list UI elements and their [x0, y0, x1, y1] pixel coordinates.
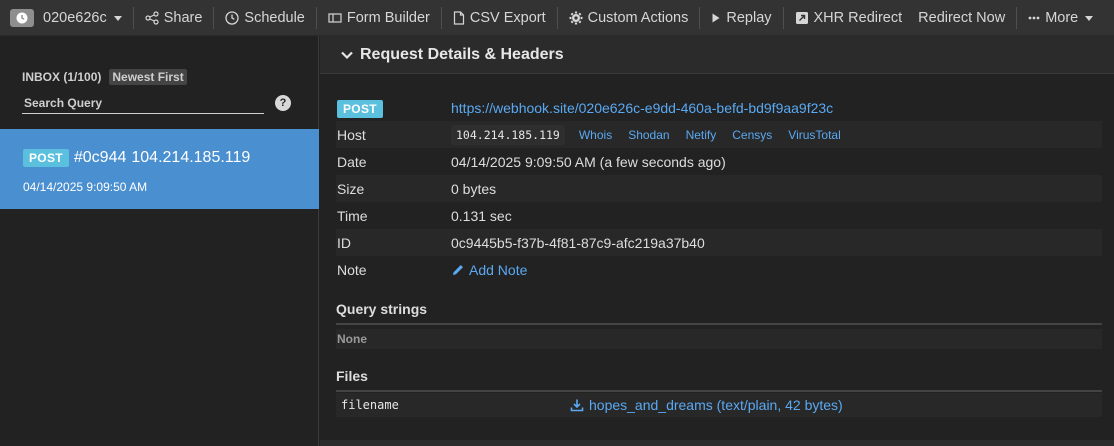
request-details-panel: Request Details & Headers POST https://w… [320, 36, 1114, 446]
more-dropdown[interactable]: More [1028, 0, 1094, 36]
method-badge: POST [23, 149, 69, 167]
id-value: 0c9445b5-f37b-4f81-87c9-afc219a37b40 [451, 234, 705, 251]
token-label: 020e626c [43, 9, 107, 26]
share-label: Share [163, 9, 203, 26]
size-label: Size [337, 180, 365, 197]
request-url-link[interactable]: https://webhook.site/020e626c-e9dd-460a-… [451, 100, 833, 116]
inbox-header: INBOX (1/100) Newest First [22, 69, 187, 85]
request-timestamp: 04/14/2025 9:09:50 AM [23, 180, 148, 194]
toolbar-divider [699, 6, 701, 29]
form-builder-label: Form Builder [346, 9, 430, 26]
host-row: Host 104.214.185.119 Whois Shodan Netify… [336, 121, 1102, 148]
chevron-down-icon [113, 16, 122, 21]
host-label: Host [337, 126, 366, 143]
date-row: Date 04/14/2025 9:09:50 AM (a few second… [336, 148, 1102, 175]
toolbar-divider [556, 6, 558, 29]
netify-link[interactable]: Netify [686, 128, 717, 142]
xhr-redirect-label: XHR Redirect [813, 9, 903, 26]
request-ip: 104.214.185.119 [131, 149, 251, 166]
details-table: POST https://webhook.site/020e626c-e9dd-… [336, 94, 1102, 283]
request-details-header[interactable]: Request Details & Headers [320, 36, 1114, 74]
pencil-icon [451, 263, 465, 277]
date-label: Date [337, 153, 367, 170]
panel-footer-strip [320, 440, 1114, 446]
play-icon [711, 12, 721, 24]
schedule-label: Schedule [244, 9, 305, 26]
file-value: hopes_and_dreams (text/plain, 42 bytes) [589, 397, 843, 413]
add-note-label: Add Note [469, 261, 528, 278]
time-label: Time [337, 207, 368, 224]
note-row: Note Add Note [336, 256, 1102, 283]
download-icon [570, 398, 584, 412]
request-id: #0c944 [73, 149, 127, 166]
chevron-down-icon [340, 50, 354, 60]
host-ip: 104.214.185.119 [451, 124, 565, 145]
search-input[interactable] [22, 92, 264, 113]
file-download-link[interactable]: hopes_and_dreams (text/plain, 42 bytes) [570, 397, 843, 413]
method-badge: POST [337, 99, 383, 118]
schedule-button[interactable]: Schedule [225, 0, 305, 36]
shodan-link[interactable]: Shodan [628, 128, 669, 142]
files-title: Files [336, 368, 1102, 392]
redirect-now-button[interactable]: Redirect Now [918, 0, 1005, 36]
sort-order-toggle[interactable]: Newest First [109, 69, 187, 85]
csv-export-button[interactable]: CSV Export [453, 0, 546, 36]
request-summary: POST #0c944 104.214.185.119 [23, 149, 250, 167]
toolbar-divider [782, 6, 784, 29]
share-button[interactable]: Share [145, 0, 203, 36]
form-builder-icon [328, 11, 342, 25]
size-row: Size 0 bytes [336, 175, 1102, 202]
toolbar-divider [315, 6, 317, 29]
more-label: More [1045, 9, 1079, 26]
toolbar-divider [213, 6, 215, 29]
file-icon [453, 10, 465, 25]
id-label: ID [337, 234, 351, 251]
token-dropdown[interactable]: 020e626c [0, 0, 122, 36]
csv-export-label: CSV Export [469, 9, 546, 26]
url-row: POST https://webhook.site/020e626c-e9dd-… [336, 94, 1102, 121]
toolbar-divider [1016, 6, 1018, 29]
toolbar-divider [132, 6, 134, 29]
redirect-now-label: Redirect Now [918, 9, 1006, 26]
note-label: Note [337, 261, 367, 278]
custom-actions-label: Custom Actions [587, 9, 689, 26]
replay-button[interactable]: Replay [711, 0, 772, 36]
search-field [22, 92, 264, 114]
file-key: filename [341, 398, 399, 412]
replay-label: Replay [726, 9, 772, 26]
xhr-redirect-button[interactable]: XHR Redirect [795, 0, 903, 36]
request-list-item[interactable]: POST #0c944 104.214.185.119 04/14/2025 9… [0, 129, 319, 209]
time-value: 0.131 sec [451, 207, 512, 224]
top-toolbar: 020e626c Share Schedule Form Builder CSV… [0, 0, 1114, 36]
share-icon [145, 10, 159, 25]
inbox-count: INBOX (1/100) [22, 70, 102, 84]
sidebar: INBOX (1/100) Newest First ? POST #0c944… [0, 36, 319, 446]
virustotal-link[interactable]: VirusTotal [788, 128, 840, 142]
file-row: filename hopes_and_dreams (text/plain, 4… [336, 393, 1102, 417]
external-link-icon [795, 11, 809, 25]
censys-link[interactable]: Censys [732, 128, 772, 142]
toolbar-divider [440, 6, 442, 29]
custom-actions-button[interactable]: Custom Actions [569, 0, 689, 36]
query-strings-title: Query strings [336, 301, 1102, 325]
ellipsis-icon [1028, 16, 1040, 20]
query-strings-empty: None [336, 329, 1102, 349]
form-builder-button[interactable]: Form Builder [328, 0, 430, 36]
gear-icon [569, 11, 583, 25]
panel-title: Request Details & Headers [360, 45, 564, 63]
time-row: Time 0.131 sec [336, 202, 1102, 229]
chevron-down-icon [1085, 16, 1094, 21]
date-value: 04/14/2025 9:09:50 AM (a few seconds ago… [451, 153, 726, 170]
size-value: 0 bytes [451, 180, 497, 197]
clock-icon [225, 10, 240, 25]
whois-link[interactable]: Whois [579, 128, 612, 142]
help-icon[interactable]: ? [275, 95, 291, 111]
clock-icon [10, 8, 34, 27]
id-row: ID 0c9445b5-f37b-4f81-87c9-afc219a37b40 [336, 229, 1102, 256]
add-note-button[interactable]: Add Note [451, 262, 527, 278]
